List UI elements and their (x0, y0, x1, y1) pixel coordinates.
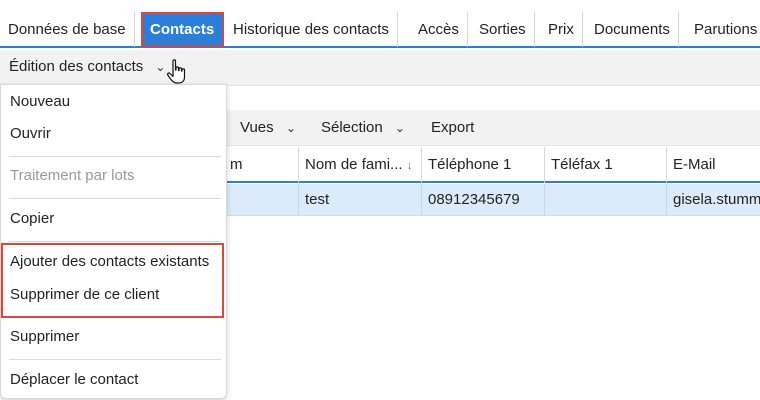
views-menu-button[interactable]: Vues ⌄ (240, 110, 296, 146)
edit-contacts-button[interactable]: Édition des contacts ⌄ (9, 50, 165, 84)
selection-label: Sélection (321, 119, 383, 136)
menu-item-ajouter-contacts-existants[interactable]: Ajouter des contacts existants (10, 249, 209, 275)
sort-down-icon: ↓ (406, 158, 413, 172)
menu-divider (9, 317, 221, 318)
menu-item-nouveau[interactable]: Nouveau (10, 89, 70, 115)
chevron-down-icon: ⌄ (155, 60, 166, 74)
tab-prix[interactable]: Prix (540, 12, 583, 47)
menu-item-ouvrir[interactable]: Ouvrir (10, 121, 51, 147)
cell-lastname: test (298, 184, 329, 216)
views-label: Vues (240, 119, 274, 136)
tab-documents[interactable]: Documents (586, 12, 679, 47)
menu-divider (9, 156, 221, 157)
menu-item-deplacer-le-contact[interactable]: Déplacer le contact (10, 367, 138, 393)
menu-divider (9, 241, 221, 242)
menu-divider (9, 198, 221, 199)
menu-divider (9, 359, 221, 360)
edit-contacts-label: Édition des contacts (9, 58, 144, 75)
tab-sorties[interactable]: Sorties (471, 12, 535, 47)
column-header-lastname[interactable]: Nom de fami... ↓ (298, 147, 413, 183)
chevron-down-icon: ⌄ (394, 121, 405, 135)
tab-parutions[interactable]: Parutions (686, 12, 760, 47)
menu-item-supprimer-de-ce-client[interactable]: Supprimer de ce client (10, 282, 159, 308)
column-header-email[interactable]: E-Mail (666, 147, 716, 183)
grid-toolbar: Vues ⌄ Sélection ⌄ Export (226, 110, 760, 146)
edit-contacts-dropdown: Nouveau Ouvrir Traitement par lots Copie… (0, 84, 227, 399)
menu-item-supprimer[interactable]: Supprimer (10, 324, 79, 350)
tab-acces[interactable]: Accès (410, 12, 468, 47)
menu-item-copier[interactable]: Copier (10, 206, 54, 232)
cell-phone: 08912345679 (421, 184, 520, 216)
column-header-fax[interactable]: Téléfax 1 (544, 147, 613, 183)
tab-bar: Données de base Contacts Historique des … (0, 12, 760, 48)
selection-menu-button[interactable]: Sélection ⌄ (321, 110, 405, 146)
cell-email: gisela.stumm (666, 184, 760, 216)
lastname-header-label: Nom de fami... (305, 156, 403, 173)
cell-fax (544, 184, 666, 216)
export-button[interactable]: Export (431, 110, 474, 146)
column-header-phone[interactable]: Téléphone 1 (421, 147, 511, 183)
chevron-down-icon: ⌄ (285, 121, 296, 135)
tab-historique-des-contacts[interactable]: Historique des contacts (225, 12, 398, 47)
hand-cursor-icon (167, 59, 186, 84)
tab-contacts[interactable]: Contacts (140, 12, 225, 47)
edit-contacts-bar: Édition des contacts ⌄ (0, 50, 760, 86)
tab-donnees-de-base[interactable]: Données de base (0, 12, 135, 47)
menu-item-traitement-par-lots: Traitement par lots (10, 167, 135, 184)
